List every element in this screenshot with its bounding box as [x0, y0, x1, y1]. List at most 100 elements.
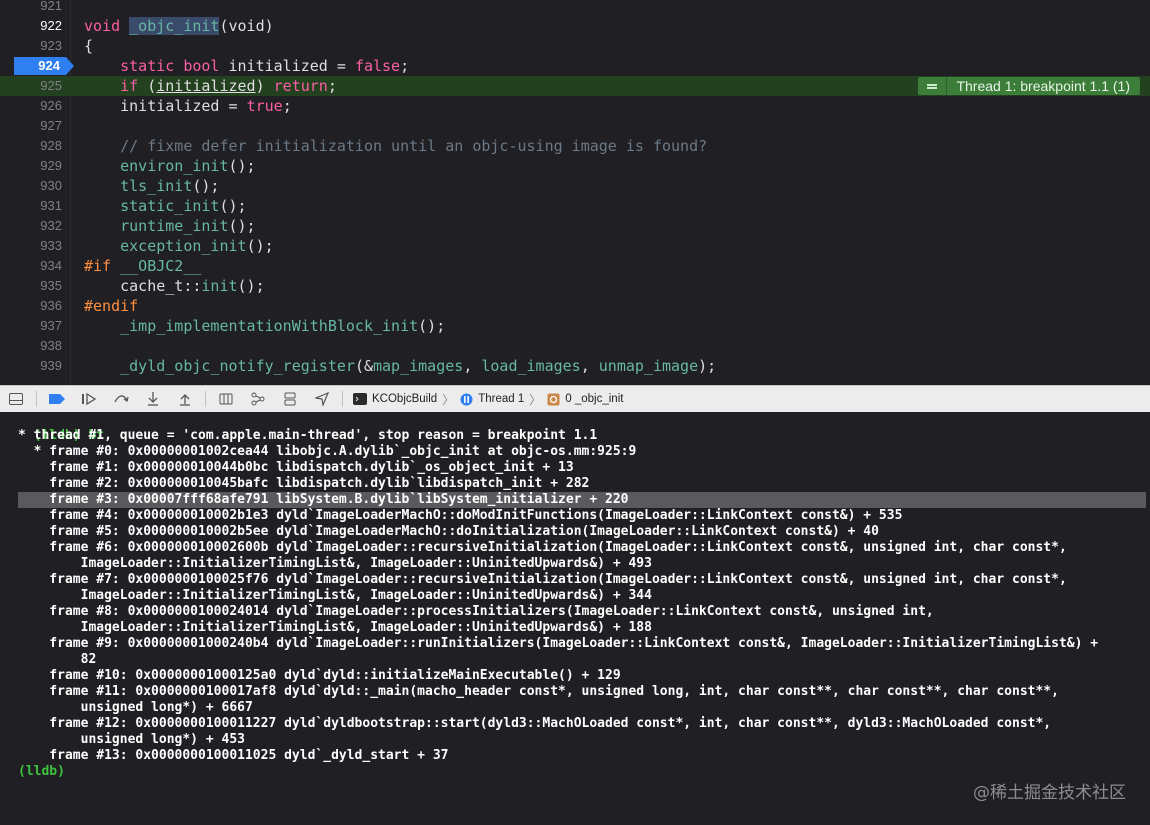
console-line: frame #4: 0x000000010002b1e3 dyld`ImageL…	[18, 508, 903, 523]
line-number: 934	[40, 258, 62, 273]
keyword: void	[84, 17, 121, 35]
continue-button[interactable]	[73, 386, 105, 412]
code-line-931[interactable]: 931 static_init();	[0, 196, 1150, 216]
console-prompt-line: (lldb) bt	[18, 412, 104, 443]
keyword: if	[120, 77, 139, 95]
code-line-926[interactable]: 926 initialized = true;	[0, 96, 1150, 116]
console-line: frame #6: 0x000000010002600b dyld`ImageL…	[18, 540, 1067, 555]
environment-overrides-button[interactable]	[274, 386, 306, 412]
step-into-button[interactable]	[137, 386, 169, 412]
line-number: 930	[40, 178, 62, 193]
preprocessor-directive: #if	[84, 257, 112, 275]
code-text: cache_t::	[120, 277, 202, 295]
panel-icon	[9, 393, 23, 405]
code-line-928[interactable]: 928 // fixme defer initialization until …	[0, 136, 1150, 156]
breadcrumb-thread[interactable]: Thread 1	[478, 393, 524, 405]
console-line: ImageLoader::InitializerTimingList&, Ima…	[18, 588, 652, 603]
console-line: * thread #1, queue = 'com.apple.main-thr…	[18, 428, 598, 443]
code-text: initialized =	[120, 97, 247, 115]
line-number: 939	[40, 358, 62, 373]
code-text: ;	[400, 57, 410, 75]
breadcrumb-frame[interactable]: 0 _objc_init	[565, 393, 623, 405]
code-variable: initialized	[156, 77, 256, 95]
code-line-935[interactable]: 935 cache_t::init();	[0, 276, 1150, 296]
code-line-937[interactable]: 937 _imp_implementationWithBlock_init();	[0, 316, 1150, 336]
breakpoint-icon	[49, 394, 65, 404]
step-out-button[interactable]	[169, 386, 201, 412]
breadcrumb: KCObjcBuild 〉 Thread 1 〉 0 _objc_init	[353, 391, 623, 408]
keyword: return	[273, 77, 328, 95]
console-line-highlighted: frame #3: 0x00007fff68afe791 libSystem.B…	[18, 492, 1146, 508]
code-line-930[interactable]: 930 tls_init();	[0, 176, 1150, 196]
code-line-921[interactable]: 921	[0, 0, 1150, 16]
code-text: {	[84, 37, 94, 55]
thread-icon	[459, 392, 473, 406]
thread-stop-badge[interactable]: Thread 1: breakpoint 1.1 (1)	[918, 77, 1140, 95]
code-line-939[interactable]: 939 _dyld_objc_notify_register(&map_imag…	[0, 356, 1150, 376]
code-text: (void)	[219, 17, 274, 35]
console-line: frame #5: 0x000000010002b5ee dyld`ImageL…	[18, 524, 879, 539]
code-argument: unmap_image	[598, 357, 699, 375]
simulate-location-button[interactable]	[306, 386, 338, 412]
code-line-922[interactable]: 922 void _objc_init(void)	[0, 16, 1150, 36]
code-line-929[interactable]: 929 environ_init();	[0, 156, 1150, 176]
function-call: exception_init	[120, 237, 247, 255]
breadcrumb-target[interactable]: KCObjcBuild	[372, 393, 437, 405]
keyword: false	[354, 57, 401, 75]
console-line: frame #9: 0x00000001000240b4 dyld`ImageL…	[18, 636, 1099, 651]
function-call: tls_init	[120, 177, 193, 195]
continue-icon	[82, 393, 97, 405]
line-number: 938	[40, 338, 62, 353]
step-into-icon	[148, 392, 158, 406]
line-number: 931	[40, 198, 62, 213]
function-call: _dyld_objc_notify_register	[120, 357, 355, 375]
macro-name: __OBJC2__	[120, 257, 202, 275]
code-text: initialized =	[219, 57, 355, 75]
line-number: 929	[40, 158, 62, 173]
function-call: init	[201, 277, 238, 295]
source-editor[interactable]: 921 922 void _objc_init(void) 923 { 924 …	[0, 0, 1150, 385]
line-number: 937	[40, 318, 62, 333]
stack-frame-icon	[546, 392, 560, 406]
code-text: ;	[282, 97, 292, 115]
console-line: frame #1: 0x000000010044b0bc libdispatch…	[18, 460, 574, 475]
step-over-button[interactable]	[105, 386, 137, 412]
toolbar-divider	[36, 391, 37, 407]
console-input-prompt[interactable]: (lldb)	[18, 764, 65, 780]
layers-icon	[219, 393, 233, 405]
code-line-923[interactable]: 923 {	[0, 36, 1150, 56]
line-number: 928	[40, 138, 62, 153]
console-line: ImageLoader::InitializerTimingList&, Ima…	[18, 556, 652, 571]
console-line: * frame #0: 0x00000001002cea44 libobjc.A…	[18, 444, 637, 459]
thread-badge-label: Thread 1: breakpoint 1.1 (1)	[956, 78, 1130, 94]
code-line-936[interactable]: 936 #endif	[0, 296, 1150, 316]
line-number: 936	[40, 298, 62, 313]
step-over-icon	[114, 395, 129, 403]
line-number: 922	[40, 18, 62, 33]
step-out-icon	[180, 394, 190, 406]
console-line: frame #2: 0x000000010045bafc libdispatch…	[18, 476, 590, 491]
chevron-right-icon: 〉	[529, 392, 542, 407]
code-argument: map_images	[373, 357, 464, 375]
code-line-932[interactable]: 932 runtime_init();	[0, 216, 1150, 236]
memory-graph-button[interactable]	[242, 386, 274, 412]
view-hierarchy-button[interactable]	[210, 386, 242, 412]
toolbar-divider	[342, 391, 343, 407]
code-line-924[interactable]: 924 static bool initialized = false;	[0, 56, 1150, 76]
code-line-938[interactable]: 938	[0, 336, 1150, 356]
console-line: frame #12: 0x0000000100011227 dyld`dyldb…	[18, 716, 1052, 731]
location-arrow-icon	[315, 392, 329, 406]
function-name-selected: _objc_init	[129, 17, 220, 35]
function-call: _imp_implementationWithBlock_init	[120, 317, 419, 335]
breakpoints-toggle-button[interactable]	[41, 386, 73, 412]
watermark: @稀土掘金技术社区	[973, 783, 1126, 803]
code-line-934[interactable]: 934 #if __OBJC2__	[0, 256, 1150, 276]
debug-toolbar: KCObjcBuild 〉 Thread 1 〉 0 _objc_init	[0, 385, 1150, 413]
code-line-927[interactable]: 927	[0, 116, 1150, 136]
console-line: ImageLoader::InitializerTimingList&, Ima…	[18, 620, 652, 635]
code-line-933[interactable]: 933 exception_init();	[0, 236, 1150, 256]
graph-icon	[251, 392, 265, 406]
keyword: true	[246, 97, 283, 115]
hide-debug-area-button[interactable]	[0, 386, 32, 412]
console-line: frame #7: 0x0000000100025f76 dyld`ImageL…	[18, 572, 1067, 587]
